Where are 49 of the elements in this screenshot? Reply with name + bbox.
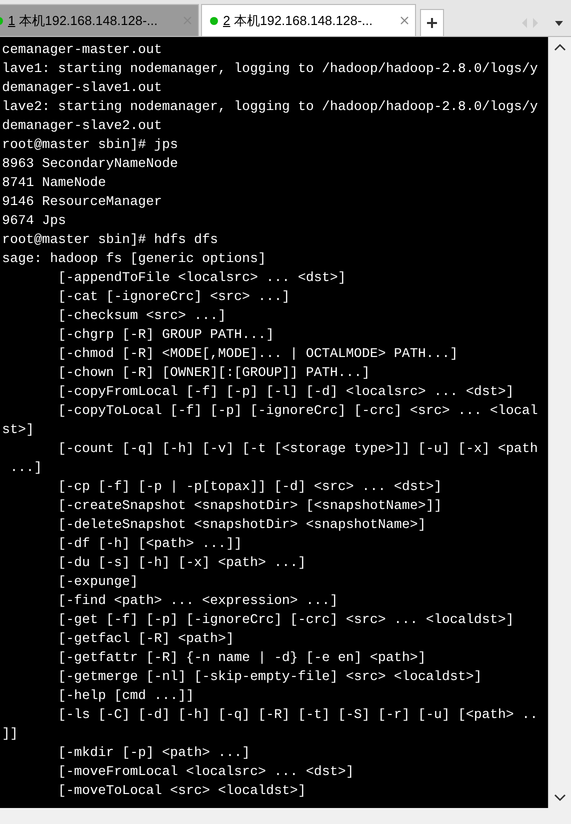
terminal-line: ...] bbox=[8, 460, 43, 478]
terminal-line: sage: hadoop fs [generic options] bbox=[2, 251, 267, 269]
terminal-line: [-deleteSnapshot <snapshotDir> <snapshotName>] bbox=[56, 517, 427, 535]
caret-icon[interactable] bbox=[555, 20, 563, 26]
new-tab-button[interactable] bbox=[420, 9, 444, 36]
terminal-line: [-get [-f] [-p] [-ignoreCrc] [-crc] <src> ... <localdst>] bbox=[56, 612, 515, 630]
terminal-line: [-getmerge [-nl] [-skip-empty-file] <src> <localdst>] bbox=[56, 669, 483, 687]
terminal-line: [-count [-q] [-h] [-v] [-t [<storage type>]] [-u] [-x] <path bbox=[56, 441, 539, 459]
status-dot-icon bbox=[210, 16, 218, 24]
terminal-line: lave1: starting nodemanager, logging to /hadoop/hadoop-2.8.0/logs/y bbox=[2, 61, 539, 79]
terminal-line: 9146 ResourceManager bbox=[2, 194, 163, 212]
terminal-line: [-appendToFile <localsrc> ... <dst>] bbox=[56, 270, 347, 288]
close-icon[interactable] bbox=[400, 16, 409, 25]
terminal-line: 8741 NameNode bbox=[2, 175, 107, 193]
terminal-line: [-moveFromLocal <localsrc> ... <dst>] bbox=[56, 764, 355, 782]
terminal-line: [-checksum <src> ...] bbox=[56, 308, 227, 326]
terminal-line: [-getfacl [-R] <path>] bbox=[56, 631, 235, 649]
terminal-line: [-chown [-R] [OWNER][:[GROUP]] PATH...] bbox=[56, 365, 371, 383]
terminal-line: root@master sbin]# hdfs dfs bbox=[2, 232, 219, 250]
terminal-line: [-mkdir [-p] <path> ...] bbox=[56, 745, 251, 763]
terminal-line: cemanager-master.out bbox=[2, 42, 163, 60]
scroll-down-icon[interactable] bbox=[554, 794, 566, 802]
terminal-line: 9674 Jps bbox=[2, 213, 67, 231]
terminal-line: [-copyFromLocal [-f] [-p] [-l] [-d] <localsrc> ... <dst>] bbox=[56, 384, 515, 402]
terminal-line: lave2: starting nodemanager, logging to /hadoop/hadoop-2.8.0/logs/y bbox=[2, 99, 539, 117]
terminal-line: ]] bbox=[2, 726, 19, 744]
terminal-line: [-find <path> ... <expression> ...] bbox=[56, 593, 339, 611]
terminal-line: 8963 SecondaryNameNode bbox=[2, 156, 179, 174]
terminal-line: [-help [cmd ...]] bbox=[56, 688, 195, 706]
terminal-line: [-expunge] bbox=[56, 574, 139, 592]
terminal-line: [-chgrp [-R] GROUP PATH...] bbox=[56, 327, 275, 345]
terminal-line: demanager-slave1.out bbox=[2, 80, 163, 98]
terminal-line: [-moveToLocal <src> <localdst>] bbox=[56, 783, 307, 801]
terminal-line: [-copyToLocal [-f] [-p] [-ignoreCrc] [-crc] <src> ... <local bbox=[56, 403, 539, 421]
terminal-tab[interactable]: 1 本机192.168.148.128-... bbox=[0, 4, 199, 36]
terminal-line: [-getfattr [-R] {-n name | -d} [-e en] <path>] bbox=[56, 650, 427, 668]
terminal-line: st>] bbox=[2, 422, 35, 440]
terminal-line: [-cp [-f] [-p | -p[topax]] [-d] <src> ... <dst>] bbox=[56, 479, 443, 497]
terminal-line: [-cat [-ignoreCrc] <src> ...] bbox=[56, 289, 291, 307]
terminal-line: [-du [-s] [-h] [-x] <path> ...] bbox=[56, 555, 307, 573]
terminal-line: root@master sbin]# jps bbox=[2, 137, 179, 155]
terminal-line: demanager-slave2.out bbox=[2, 118, 163, 136]
terminal-line: [-chmod [-R] <MODE[,MODE]... | OCTALMODE> PATH...] bbox=[56, 346, 459, 364]
terminal-line: [-df [-h] [<path> ...]] bbox=[56, 536, 243, 554]
terminal-line: [-createSnapshot <snapshotDir> [<snapshotName>]] bbox=[56, 498, 443, 516]
terminal-line: [-ls [-C] [-d] [-h] [-q] [-R] [-t] [-S] [-r] [-u] [<path> .. bbox=[56, 707, 539, 725]
terminal-tab[interactable]: 2 本机192.168.148.128-... bbox=[201, 4, 416, 36]
plus-icon bbox=[427, 18, 437, 28]
scroll-up-icon[interactable] bbox=[554, 43, 566, 51]
